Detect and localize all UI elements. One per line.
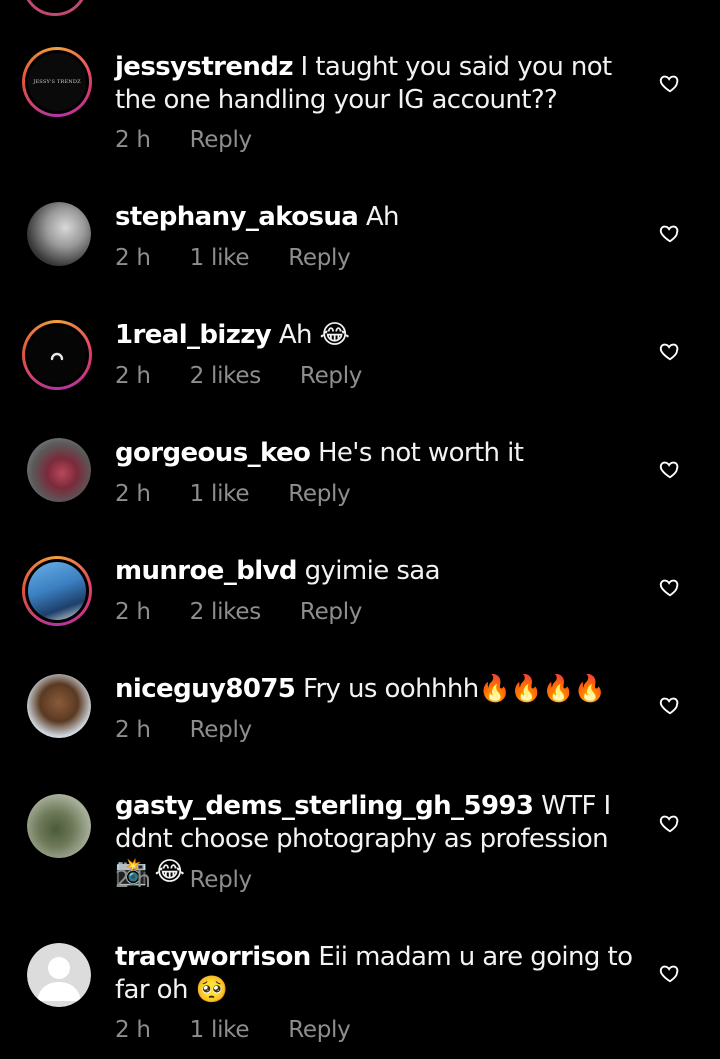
comment-username[interactable]: 1real_bizzy xyxy=(115,320,272,350)
heart-outline-icon[interactable] xyxy=(659,962,681,984)
heart-outline-icon[interactable] xyxy=(659,812,681,834)
comment-username[interactable]: jessystrendz xyxy=(115,52,293,82)
comment-time: 2 h xyxy=(115,481,151,507)
comment-text: Fry us oohhhh🔥🔥🔥🔥 xyxy=(302,674,606,704)
reply-button[interactable]: Reply xyxy=(190,717,253,743)
comment-username[interactable]: stephany_akosua xyxy=(115,202,359,232)
reply-button[interactable]: Reply xyxy=(288,1017,351,1043)
comment-meta: 2 h Reply xyxy=(115,717,284,743)
comment-body: gorgeous_keo He's not worth it xyxy=(115,437,645,470)
comment-time: 2 h xyxy=(115,1017,151,1043)
comment-meta: 2 h 2 likes Reply xyxy=(115,599,394,625)
reply-button[interactable]: Reply xyxy=(288,481,351,507)
comment-meta: 2 h 1 like Reply xyxy=(115,1017,382,1043)
reply-button[interactable]: Reply xyxy=(190,867,253,893)
avatar[interactable] xyxy=(27,674,91,738)
comment-username[interactable]: gorgeous_keo xyxy=(115,438,311,468)
comment-body: munroe_blvd gyimie saa xyxy=(115,555,645,588)
comment-text: He's not worth it xyxy=(317,438,524,468)
avatar-logo-text: JESSY'S TRENDZ xyxy=(33,79,81,85)
comment-username[interactable]: gasty_dems_sterling_gh_5993 xyxy=(115,791,534,821)
avatar[interactable] xyxy=(27,438,91,502)
comment-meta: 2 h 1 like Reply xyxy=(115,481,382,507)
previous-comment-avatar[interactable] xyxy=(22,0,88,16)
comment-username[interactable]: niceguy8075 xyxy=(115,674,296,704)
comment-likes[interactable]: 2 likes xyxy=(190,363,262,389)
comment-username[interactable]: munroe_blvd xyxy=(115,556,298,586)
avatar[interactable] xyxy=(27,794,91,858)
avatar[interactable] xyxy=(22,320,92,390)
comment-username[interactable]: tracyworrison xyxy=(115,942,311,972)
comment-meta: 2 h Reply xyxy=(115,127,284,153)
heart-outline-icon[interactable] xyxy=(659,694,681,716)
comment-body: 1real_bizzy Ah 😂 xyxy=(115,319,645,352)
comment-meta: 2 h 1 like Reply xyxy=(115,245,382,271)
reply-button[interactable]: Reply xyxy=(288,245,351,271)
comment-time: 2 h xyxy=(115,599,151,625)
comment-time: 2 h xyxy=(115,127,151,153)
heart-outline-icon[interactable] xyxy=(659,222,681,244)
heart-outline-icon[interactable] xyxy=(659,458,681,480)
avatar[interactable] xyxy=(27,943,91,1007)
comment-meta: 2 h 2 likes Reply xyxy=(115,363,394,389)
comment-body: jessystrendz I taught you said you not t… xyxy=(115,51,645,117)
reply-button[interactable]: Reply xyxy=(300,363,363,389)
comment-text: gyimie saa xyxy=(304,556,441,586)
comment-meta: 2 h Reply xyxy=(115,867,284,893)
comment-likes[interactable]: 1 like xyxy=(190,481,250,507)
comment-body: stephany_akosua Ah xyxy=(115,201,645,234)
avatar[interactable]: JESSY'S TRENDZ xyxy=(22,47,92,117)
comment-time: 2 h xyxy=(115,717,151,743)
comment-text: Ah xyxy=(365,202,400,232)
comment-body: niceguy8075 Fry us oohhhh🔥🔥🔥🔥 xyxy=(115,673,645,706)
comment-time: 2 h xyxy=(115,867,151,893)
heart-outline-icon[interactable] xyxy=(659,576,681,598)
heart-outline-icon[interactable] xyxy=(659,340,681,362)
comment-likes[interactable]: 1 like xyxy=(190,245,250,271)
comment-time: 2 h xyxy=(115,245,151,271)
comment-likes[interactable]: 2 likes xyxy=(190,599,262,625)
default-avatar-icon xyxy=(37,957,81,1001)
comment-time: 2 h xyxy=(115,363,151,389)
heart-outline-icon[interactable] xyxy=(659,72,681,94)
comment-likes[interactable]: 1 like xyxy=(190,1017,250,1043)
comment-body: tracyworrison Eii madam u are going to f… xyxy=(115,941,645,1007)
reply-button[interactable]: Reply xyxy=(190,127,253,153)
reply-button[interactable]: Reply xyxy=(300,599,363,625)
avatar[interactable] xyxy=(27,202,91,266)
comment-text: Ah 😂 xyxy=(278,320,350,350)
avatar[interactable] xyxy=(22,556,92,626)
avatar-glyph-icon xyxy=(50,352,64,361)
